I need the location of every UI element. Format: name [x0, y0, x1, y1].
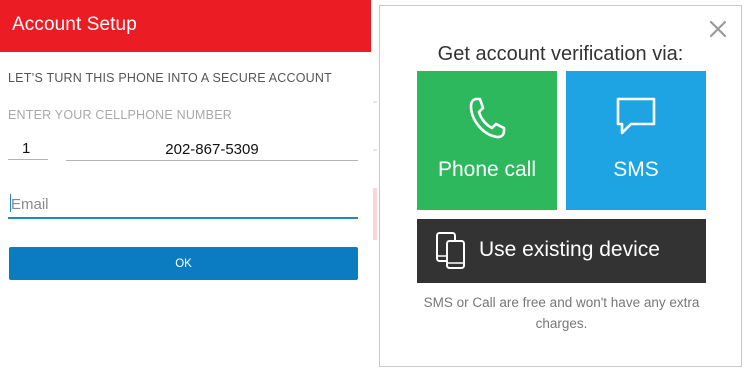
sms-option[interactable]: SMS: [566, 71, 706, 210]
backdrop-mark: [373, 101, 377, 103]
phone-icon: [469, 97, 506, 139]
existing-device-label: Use existing device: [479, 238, 660, 261]
phone-number-label: ENTER YOUR CELLPHONE NUMBER: [8, 108, 232, 122]
sms-label: SMS: [613, 158, 659, 181]
devices-icon: [436, 232, 465, 269]
ok-button[interactable]: OK: [9, 247, 358, 280]
app-bar-title: Account Setup: [12, 14, 137, 35]
app-bar: Account Setup: [0, 0, 371, 52]
backdrop-accent: [373, 188, 377, 240]
phone-number-input[interactable]: [66, 138, 358, 161]
email-input[interactable]: [11, 193, 351, 215]
chat-bubble-icon: [616, 97, 656, 135]
phone-call-label: Phone call: [437, 158, 537, 181]
close-icon[interactable]: [709, 20, 727, 38]
charges-footnote: SMS or Call are free and won't have any …: [423, 295, 700, 331]
verification-dialog: Get account verification via: Phone call…: [379, 5, 742, 367]
phone-call-option[interactable]: Phone call: [417, 71, 557, 210]
dialog-title: Get account verification via:: [437, 43, 684, 65]
intro-text: LET’S TURN THIS PHONE INTO A SECURE ACCO…: [8, 71, 332, 85]
account-setup-screen: Account Setup LET’S TURN THIS PHONE INTO…: [0, 0, 371, 374]
email-field-container: [8, 191, 358, 219]
country-code-input[interactable]: [8, 138, 48, 160]
backdrop-mark: [373, 149, 377, 151]
existing-device-option[interactable]: Use existing device: [417, 219, 706, 283]
